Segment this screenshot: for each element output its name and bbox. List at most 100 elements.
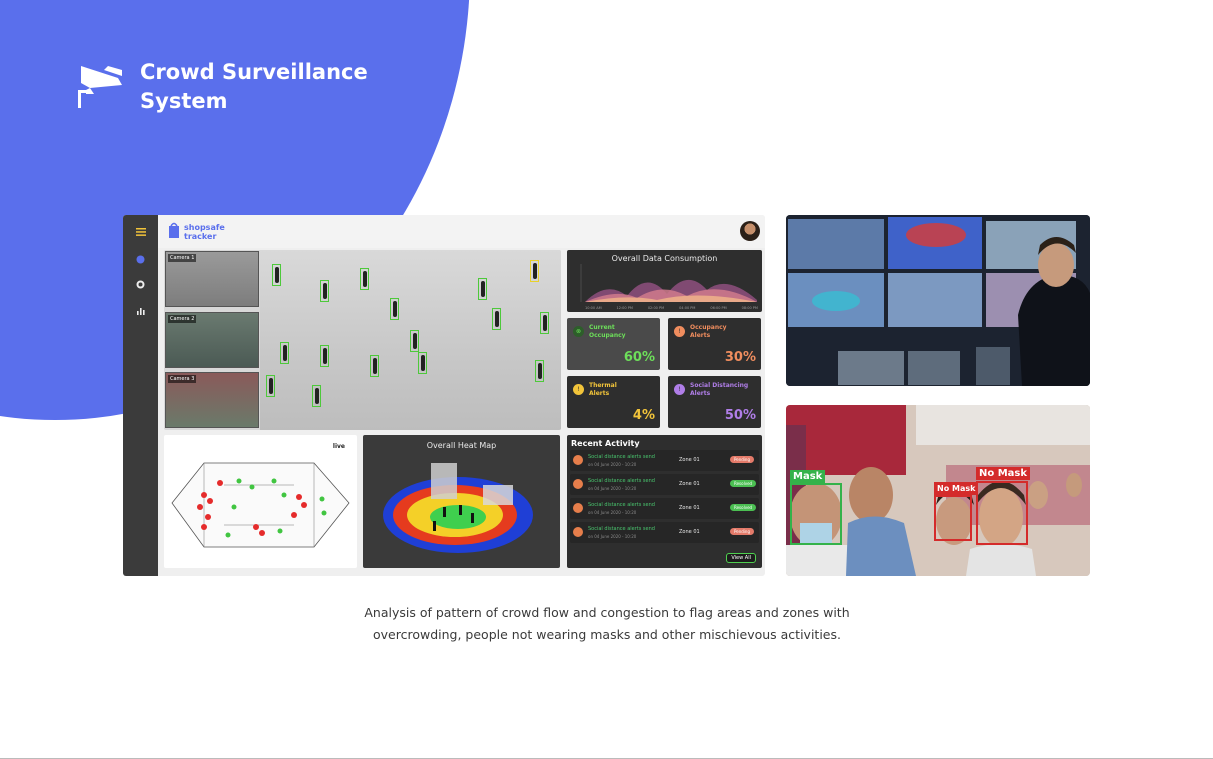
detection-box <box>272 264 281 286</box>
alert-icon: ! <box>674 326 685 337</box>
camera-label: Camera 2 <box>168 315 197 323</box>
detection-box <box>320 280 329 302</box>
x-tick: 12:00 PM <box>616 306 633 310</box>
floor-plan-map <box>171 462 350 548</box>
stat-value: 4% <box>632 408 655 423</box>
stat-card-social-distancing-alerts[interactable]: ! Social Distancing Alerts 50% <box>668 376 761 428</box>
dashboard-mockup: shopsafe tracker Camera 1 Camera 2 Camer… <box>123 215 765 576</box>
camera-feeds-panel: Camera 1 Camera 2 Camera 3 <box>164 250 561 430</box>
stat-name-line: Occupancy <box>690 324 727 331</box>
data-consumption-panel: Overall Data Consumption 10:00 AM 12:00 … <box>567 250 762 312</box>
no-mask-label: No Mask <box>976 467 1031 480</box>
activity-text: Social distance alerts send <box>588 526 655 532</box>
activity-text: Social distance alerts send <box>588 478 655 484</box>
list-item[interactable]: Social distance alerts send on 04 June 2… <box>570 450 759 471</box>
caption: Analysis of pattern of crowd flow and co… <box>300 602 914 646</box>
x-tick: 04:00 PM <box>679 306 696 310</box>
stat-name: Social Distancing Alerts <box>690 382 748 398</box>
distancing-icon: ! <box>674 384 685 395</box>
main-camera-feed[interactable] <box>260 250 561 430</box>
camera-feed-2[interactable]: Camera 2 <box>165 312 259 368</box>
camera-feed-3[interactable]: Camera 3 <box>165 372 259 428</box>
dashboard-sidebar <box>123 215 158 576</box>
dashboard-topbar: shopsafe tracker <box>158 215 765 248</box>
heat-map-graphic <box>383 463 533 553</box>
stat-name-line: Social Distancing <box>690 382 749 389</box>
detection-box <box>530 260 539 282</box>
alert-icon <box>573 503 583 513</box>
list-item[interactable]: Social distance alerts send on 04 June 2… <box>570 474 759 495</box>
logo-line-2: tracker <box>184 232 217 241</box>
control-room-illustration <box>786 215 1090 386</box>
panel-title: Recent Activity <box>571 439 640 448</box>
bar-chart-icon[interactable] <box>133 303 148 318</box>
dot-icon[interactable] <box>133 252 148 267</box>
x-tick: 10:00 AM <box>585 306 602 310</box>
no-mask-detection-box <box>976 481 1028 545</box>
detection-box <box>320 345 329 367</box>
detection-box <box>360 268 369 290</box>
avatar[interactable] <box>740 221 760 241</box>
heat-map-panel[interactable]: Overall Heat Map <box>363 435 560 568</box>
stat-value: 50% <box>724 408 756 423</box>
stat-name-line: Occupancy <box>589 332 626 339</box>
alert-icon <box>573 455 583 465</box>
brand-header: Crowd Surveillance System <box>78 58 380 116</box>
detection-box <box>312 385 321 407</box>
status-badge: Resolved <box>730 480 757 487</box>
page: Crowd Surveillance System shopsafe track… <box>0 0 1213 759</box>
camera-feed-1[interactable]: Camera 1 <box>165 251 259 307</box>
stat-name-line: Alerts <box>690 390 711 397</box>
camera-label: Camera 1 <box>168 254 197 262</box>
page-title: Crowd Surveillance System <box>140 60 368 113</box>
shopsafe-logo-icon <box>167 222 181 243</box>
mask-detection-box <box>790 483 842 545</box>
stat-name: Occupancy Alerts <box>690 324 727 340</box>
stat-card-current-occupancy[interactable]: ⊗ Current Occupancy 60% <box>567 318 660 370</box>
caption-line-1: Analysis of pattern of crowd flow and co… <box>364 605 850 620</box>
activity-date: on 04 June 2020 - 10:20 <box>588 486 637 491</box>
logo-line-1: shopsafe <box>184 223 225 232</box>
no-mask-detection-box <box>934 495 972 541</box>
stat-name-line: Current <box>589 324 615 331</box>
list-item[interactable]: Social distance alerts send on 04 June 2… <box>570 522 759 543</box>
hamburger-menu-icon[interactable] <box>133 224 148 239</box>
activity-zone: Zone 01 <box>679 481 700 487</box>
chart-x-axis: 10:00 AM 12:00 PM 02:00 PM 04:00 PM 06:0… <box>585 306 758 310</box>
caption-line-2: overcrowding, people not wearing masks a… <box>373 627 841 642</box>
stat-value: 60% <box>623 350 655 365</box>
detection-box <box>266 375 275 397</box>
alert-icon <box>573 479 583 489</box>
activity-zone: Zone 01 <box>679 529 700 535</box>
app-logo-text: shopsafe tracker <box>184 223 225 241</box>
control-room-photo <box>786 215 1090 386</box>
gear-icon[interactable] <box>133 277 148 292</box>
occupancy-icon: ⊗ <box>573 326 584 337</box>
camera-label: Camera 3 <box>168 375 197 383</box>
cctv-camera-icon <box>78 58 126 112</box>
detection-box <box>535 360 544 382</box>
stat-name: Thermal Alerts <box>589 382 617 398</box>
detection-box <box>410 330 419 352</box>
view-all-button[interactable]: View All <box>726 553 756 563</box>
stat-card-occupancy-alerts[interactable]: ! Occupancy Alerts 30% <box>668 318 761 370</box>
floor-plan-panel[interactable]: live <box>164 435 357 568</box>
status-badge: Resolved <box>730 504 757 511</box>
detection-box <box>478 278 487 300</box>
detection-box <box>390 298 399 320</box>
detection-box <box>492 308 501 330</box>
detection-box <box>370 355 379 377</box>
status-badge: Pending <box>730 528 754 535</box>
activity-text: Social distance alerts send <box>588 502 655 508</box>
detection-box <box>280 342 289 364</box>
list-item[interactable]: Social distance alerts send on 04 June 2… <box>570 498 759 519</box>
activity-zone: Zone 01 <box>679 457 700 463</box>
activity-date: on 04 June 2020 - 10:20 <box>588 534 637 539</box>
stat-card-thermal-alerts[interactable]: ! Thermal Alerts 4% <box>567 376 660 428</box>
activity-date: on 04 June 2020 - 10:20 <box>588 510 637 515</box>
alert-icon <box>573 527 583 537</box>
stat-value: 30% <box>724 350 756 365</box>
activity-date: on 04 June 2020 - 10:20 <box>588 462 637 467</box>
activity-text: Social distance alerts send <box>588 454 655 460</box>
detection-box <box>540 312 549 334</box>
